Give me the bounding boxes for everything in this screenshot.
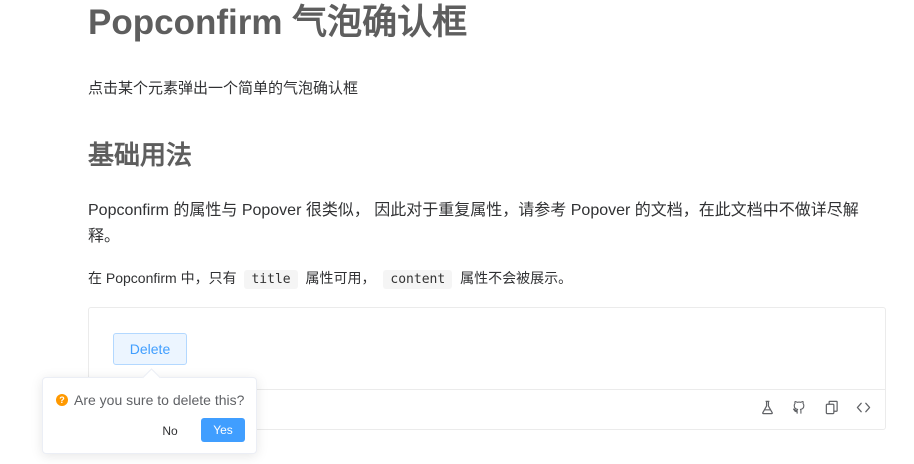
popconfirm-title: Are you sure to delete this? <box>74 392 245 408</box>
page-subtitle: 点击某个元素弹出一个简单的气泡确认框 <box>88 80 359 97</box>
page-title: Popconfirm 气泡确认框 <box>88 3 468 42</box>
delete-button[interactable]: Delete <box>113 333 187 365</box>
code-content: content <box>383 270 453 289</box>
section-title: 基础用法 <box>88 140 193 170</box>
note-paragraph: 在 Popconfirm 中，只有 title 属性可用， content 属性… <box>88 266 572 292</box>
description-paragraph: Popconfirm 的属性与 Popover 很类似， 因此对于重复属性，请参… <box>88 202 859 245</box>
note-suffix: 属性不会被展示。 <box>460 270 573 286</box>
code-icon[interactable] <box>856 400 871 415</box>
flask-icon[interactable] <box>760 400 775 415</box>
question-circle-icon: ? <box>56 394 68 406</box>
copy-icon[interactable] <box>824 400 839 415</box>
confirm-button[interactable]: Yes <box>201 418 245 442</box>
demo-toolbar <box>760 400 871 415</box>
popconfirm: ? Are you sure to delete this? No Yes <box>42 368 257 454</box>
github-icon[interactable] <box>792 400 807 415</box>
note-middle: 属性可用， <box>305 270 376 286</box>
code-title: title <box>244 270 298 289</box>
page: Popconfirm 气泡确认框 点击某个元素弹出一个简单的气泡确认框 基础用法… <box>0 0 914 464</box>
cancel-button[interactable]: No <box>155 419 185 443</box>
note-prefix: 在 Popconfirm 中，只有 <box>88 270 237 286</box>
